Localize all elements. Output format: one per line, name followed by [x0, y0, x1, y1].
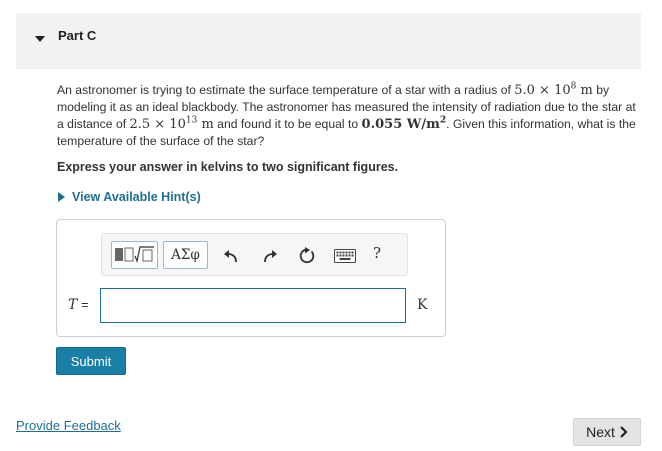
- part-header[interactable]: Part C: [16, 13, 641, 69]
- answer-input[interactable]: [100, 288, 406, 323]
- reset-icon[interactable]: [298, 247, 316, 265]
- view-hints-link[interactable]: View Available Hint(s): [57, 190, 201, 204]
- caret-down-icon[interactable]: [33, 32, 47, 46]
- templates-icon: [114, 246, 154, 264]
- next-button[interactable]: Next: [573, 418, 641, 446]
- templates-button[interactable]: [111, 241, 158, 269]
- question-text: An astronomer is trying to estimate the …: [57, 82, 642, 150]
- answer-unit-label: K: [417, 297, 428, 313]
- math-toolbar: ΑΣφ ?: [101, 233, 408, 276]
- distance-value: 2.5 × 1013 m: [129, 115, 214, 132]
- keyboard-icon[interactable]: [334, 249, 356, 263]
- question-text-1: An astronomer is trying to estimate the …: [57, 83, 515, 97]
- question-text-3: and found it to be equal to: [213, 117, 362, 131]
- answer-instruction: Express your answer in kelvins to two si…: [57, 160, 399, 174]
- part-title: Part C: [58, 28, 97, 43]
- greek-symbols-label: ΑΣφ: [171, 247, 200, 263]
- chevron-right-icon: [620, 426, 628, 438]
- radius-value: 5.0 × 108 m: [514, 81, 593, 98]
- greek-symbols-button[interactable]: ΑΣφ: [163, 241, 208, 269]
- undo-icon[interactable]: [222, 247, 240, 265]
- view-hints-label: View Available Hint(s): [72, 190, 201, 204]
- redo-icon[interactable]: [261, 247, 279, 265]
- answer-variable-label: T =: [68, 297, 89, 313]
- help-button[interactable]: ?: [373, 244, 381, 262]
- next-label: Next: [586, 424, 615, 440]
- submit-button[interactable]: Submit: [56, 347, 126, 375]
- intensity-value: 0.055 W/m2: [361, 115, 447, 132]
- provide-feedback-link[interactable]: Provide Feedback: [16, 418, 121, 433]
- caret-right-icon: [58, 192, 65, 202]
- answer-box: ΑΣφ ? T = K: [56, 219, 446, 337]
